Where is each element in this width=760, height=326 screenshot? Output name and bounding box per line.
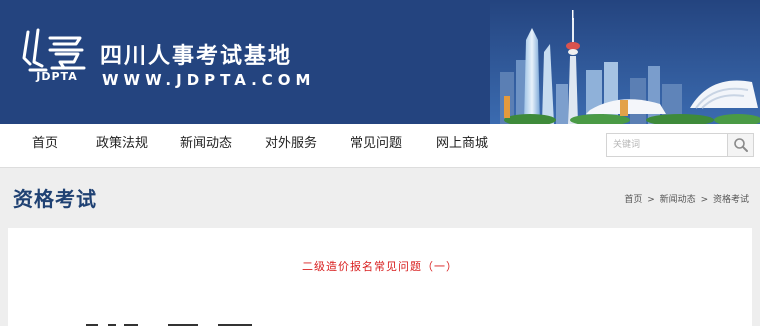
truncated-text-line (86, 324, 252, 326)
page-title: 资格考试 (13, 187, 97, 211)
site-url: WWW.JDPTA.COM (102, 71, 316, 89)
city-skyline-illustration (490, 0, 760, 124)
nav-item-services[interactable]: 对外服务 (265, 124, 317, 168)
nav-item-news[interactable]: 新闻动态 (180, 124, 232, 168)
nav-item-shop[interactable]: 网上商城 (436, 124, 488, 168)
breadcrumb: 首页 > 新闻动态 > 资格考试 (623, 192, 750, 205)
breadcrumb-separator: > (647, 195, 655, 205)
logo-abbreviation: JDPTA (36, 70, 78, 83)
breadcrumb-current[interactable]: 资格考试 (713, 195, 749, 205)
search-button[interactable] (727, 134, 753, 156)
nav-item-policies[interactable]: 政策法规 (96, 124, 148, 168)
article-content: 二级造价报名常见问题（一） (8, 228, 752, 326)
header-banner: JDPTA 四川人事考试基地 WWW.JDPTA.COM (0, 0, 760, 124)
breadcrumb-separator: > (700, 195, 709, 205)
search-input[interactable] (607, 134, 727, 156)
article-title: 二级造价报名常见问题（一） (302, 260, 458, 273)
nav-item-faq[interactable]: 常见问题 (350, 124, 402, 168)
search-box (606, 133, 754, 157)
breadcrumb-home[interactable]: 首页 (624, 195, 642, 205)
nav-item-home[interactable]: 首页 (32, 124, 58, 168)
site-name[interactable]: 四川人事考试基地 (100, 38, 292, 70)
breadcrumb-news[interactable]: 新闻动态 (660, 195, 696, 205)
search-icon (734, 138, 748, 152)
logo-icon[interactable] (20, 24, 88, 94)
